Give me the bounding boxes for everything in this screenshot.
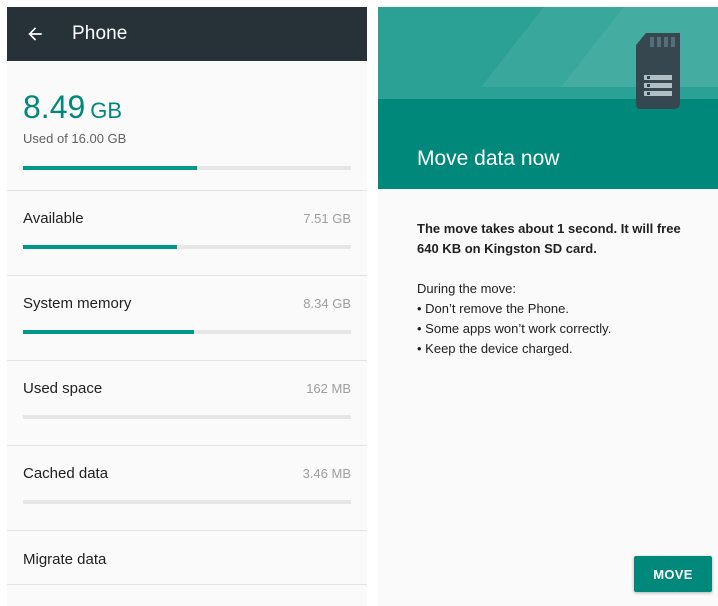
- summary-progress-fill: [23, 166, 197, 170]
- storage-item-label: System memory: [23, 295, 132, 312]
- app-bar: Phone: [7, 7, 367, 61]
- used-of-total: Used of 16.00 GB: [23, 131, 127, 146]
- storage-item-label: Used space: [23, 380, 103, 397]
- storage-summary: 8.49 GB Used of 16.00 GB: [7, 61, 367, 191]
- page-title: Phone: [72, 23, 128, 44]
- storage-item-fill: [23, 245, 178, 249]
- storage-item-value: 7.51 GB: [303, 211, 351, 226]
- used-size: 8.49 GB: [23, 89, 351, 125]
- storage-item-system-memory[interactable]: System memory 8.34 GB: [7, 276, 367, 361]
- used-size-number: 8.49: [23, 89, 86, 125]
- storage-item-bar: [23, 415, 351, 419]
- move-data-panel: Move data now The move takes about 1 sec…: [378, 7, 718, 606]
- dialog-title: Move data now: [417, 147, 560, 170]
- storage-item-cached-data[interactable]: Cached data 3.46 MB: [7, 446, 367, 531]
- storage-panel: Phone 8.49 GB Used of 16.00 GB Available…: [7, 7, 367, 606]
- move-info: The move takes about 1 second. It will f…: [378, 189, 718, 359]
- hero-banner: Move data now: [378, 7, 718, 189]
- storage-item-bar: [23, 245, 351, 249]
- storage-item-bar: [23, 500, 351, 504]
- list-item: • Keep the device charged.: [417, 341, 573, 356]
- migrate-data-label: Migrate data: [23, 551, 107, 568]
- list-item: • Some apps won’t work correctly.: [417, 321, 612, 336]
- migrate-data-item[interactable]: Migrate data: [7, 531, 367, 585]
- move-summary-line1: The move takes about 1 second. It will f…: [417, 221, 681, 236]
- storage-item-value: 3.46 MB: [302, 466, 351, 481]
- used-size-unit: GB: [90, 98, 123, 123]
- move-summary-line2: 640 KB on Kingston SD card.: [417, 241, 597, 256]
- move-button[interactable]: MOVE: [634, 556, 712, 592]
- back-button[interactable]: [8, 7, 62, 61]
- list-item: • Don’t remove the Phone.: [417, 301, 569, 316]
- warning-list: • Don’t remove the Phone. • Some apps wo…: [417, 299, 696, 359]
- storage-item-value: 8.34 GB: [303, 296, 351, 311]
- during-heading: During the move:: [417, 281, 516, 296]
- arrow-back-icon: [28, 27, 42, 41]
- storage-item-bar: [23, 330, 351, 334]
- storage-item-label: Cached data: [23, 465, 109, 482]
- storage-item-fill: [23, 330, 194, 334]
- storage-item-available[interactable]: Available 7.51 GB: [7, 191, 367, 276]
- storage-item-value: 162 MB: [306, 381, 351, 396]
- storage-item-used-space[interactable]: Used space 162 MB: [7, 361, 367, 446]
- storage-item-label: Available: [23, 210, 84, 227]
- summary-progress-bar: [23, 166, 351, 170]
- sd-card-icon: [636, 33, 680, 109]
